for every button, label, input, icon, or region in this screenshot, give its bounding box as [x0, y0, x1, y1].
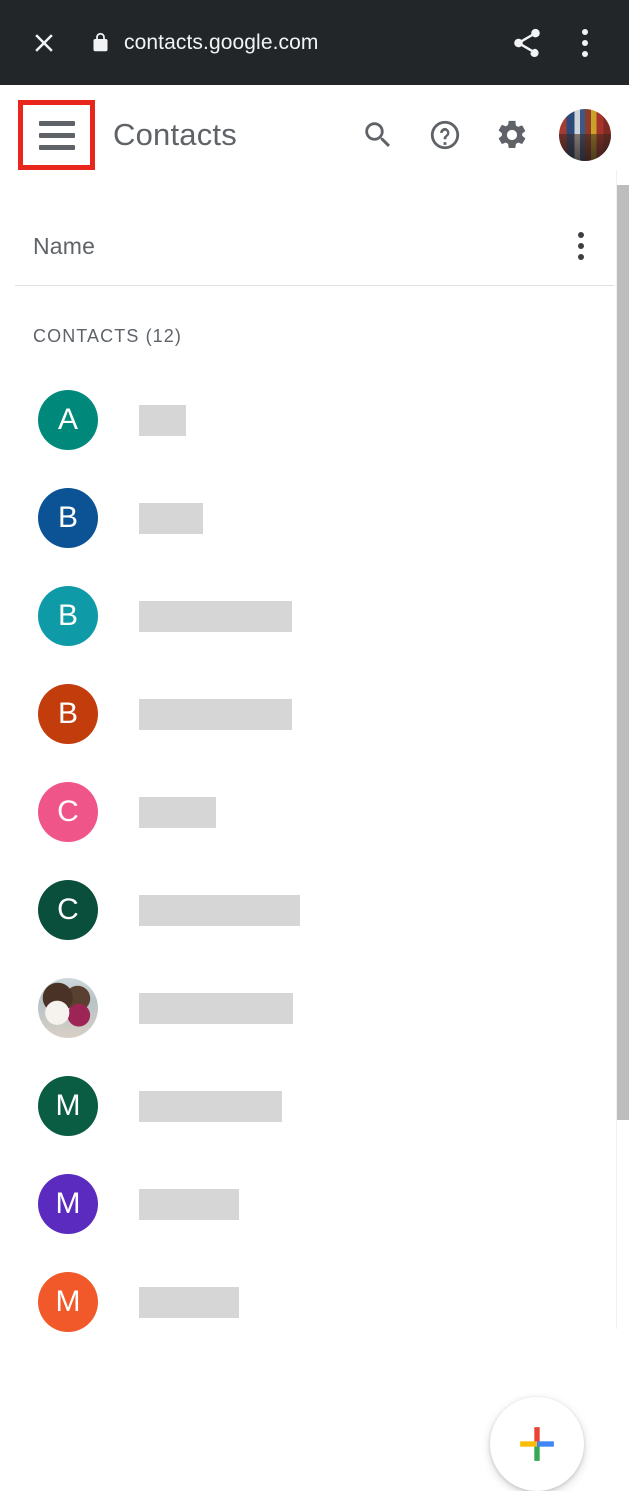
browser-overflow-menu-icon[interactable]: [565, 21, 605, 65]
vertical-scrollbar[interactable]: [617, 185, 629, 1120]
contact-initial-avatar[interactable]: M: [38, 1174, 98, 1234]
url-text[interactable]: contacts.google.com: [124, 31, 505, 55]
contact-name-placeholder: [139, 1090, 282, 1122]
contact-name-placeholder: [139, 502, 203, 534]
page-title: Contacts: [113, 117, 237, 152]
contact-name-placeholder: [139, 404, 186, 436]
contact-initial-avatar[interactable]: M: [38, 1076, 98, 1136]
contact-row[interactable]: M: [0, 1155, 629, 1253]
header-actions: [358, 109, 611, 161]
contact-name-placeholder: [139, 600, 292, 632]
contact-name-placeholder: [139, 698, 292, 730]
contact-initial-avatar[interactable]: B: [38, 586, 98, 646]
contact-initial-avatar[interactable]: B: [38, 488, 98, 548]
app-header: Contacts: [0, 85, 629, 185]
contact-row[interactable]: C: [0, 763, 629, 861]
google-plus-add-icon: [520, 1427, 554, 1461]
contact-name-placeholder: [139, 796, 216, 828]
search-icon[interactable]: [358, 115, 398, 155]
contact-name-placeholder: [139, 1188, 239, 1220]
contact-name-placeholder: [139, 894, 300, 926]
contact-initial-avatar[interactable]: C: [38, 782, 98, 842]
contact-initial-avatar[interactable]: M: [38, 1272, 98, 1332]
contact-row[interactable]: [0, 959, 629, 1057]
help-circle-icon[interactable]: [425, 115, 465, 155]
contact-name-placeholder: [139, 992, 293, 1024]
contact-photo-avatar[interactable]: [38, 978, 98, 1038]
gear-icon[interactable]: [492, 115, 532, 155]
hamburger-menu-icon[interactable]: [18, 100, 95, 170]
contact-initial-avatar[interactable]: C: [38, 880, 98, 940]
contact-row[interactable]: C: [0, 861, 629, 959]
contact-row[interactable]: M: [0, 1253, 629, 1351]
contact-row[interactable]: B: [0, 469, 629, 567]
avatar[interactable]: [559, 109, 611, 161]
contact-initial-avatar[interactable]: A: [38, 390, 98, 450]
contact-row[interactable]: B: [0, 665, 629, 763]
browser-custom-tab-bar: contacts.google.com: [0, 0, 629, 85]
name-column-label: Name: [33, 232, 96, 259]
section-label: CONTACTS (12): [33, 326, 182, 346]
contact-name-placeholder: [139, 1286, 239, 1318]
contact-row[interactable]: A: [0, 371, 629, 469]
close-icon[interactable]: [24, 23, 64, 63]
contact-row[interactable]: B: [0, 567, 629, 665]
lock-icon: [90, 30, 111, 55]
add-contact-button[interactable]: [490, 1397, 584, 1491]
contact-initial-avatar[interactable]: B: [38, 684, 98, 744]
contact-list: ABBBCCMMM: [0, 347, 629, 1351]
contact-row[interactable]: M: [0, 1057, 629, 1155]
share-icon[interactable]: [505, 21, 549, 65]
list-column-header: Name: [0, 207, 629, 285]
list-overflow-menu-icon[interactable]: [563, 224, 599, 268]
contacts-content: Name CONTACTS (12) ABBBCCMMM: [0, 207, 629, 1491]
